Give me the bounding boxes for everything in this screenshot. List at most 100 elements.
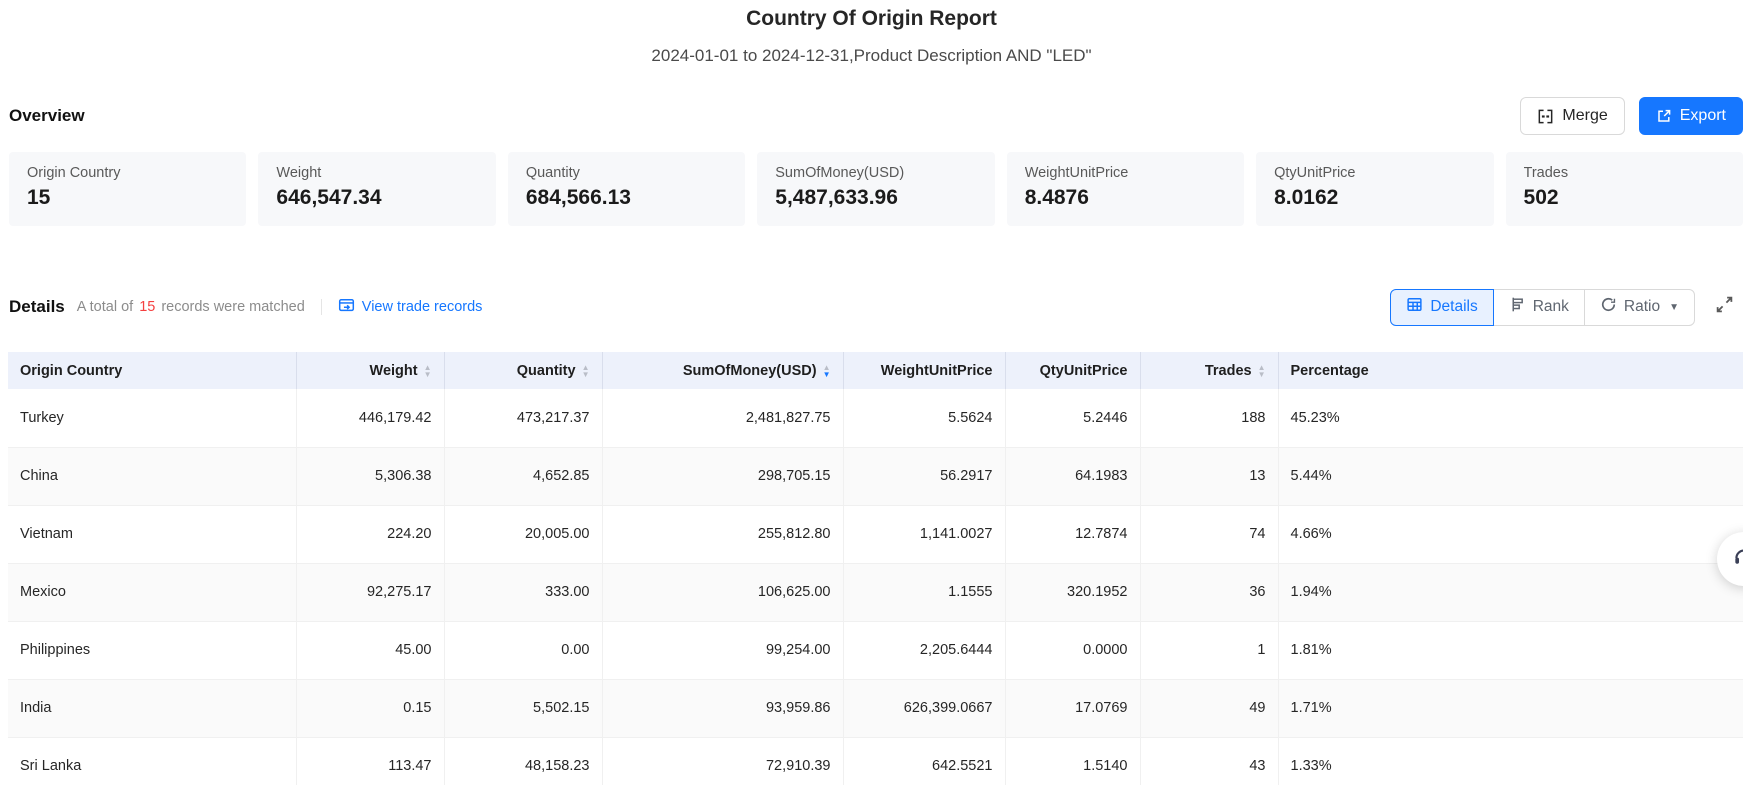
headset-icon xyxy=(1731,544,1743,575)
cell-sumofmoney-usd: 93,959.86 xyxy=(602,679,843,737)
ratio-circle-icon xyxy=(1600,296,1617,318)
view-mode-tab-group: Details Rank xyxy=(1390,289,1695,326)
tab-rank[interactable]: Rank xyxy=(1493,289,1585,326)
tab-rank-label: Rank xyxy=(1533,298,1569,316)
cell-origin-country: Philippines xyxy=(8,621,296,679)
card-label: WeightUnitPrice xyxy=(1025,165,1226,181)
card-label: Trades xyxy=(1524,165,1725,181)
view-trade-records-link[interactable]: View trade records xyxy=(338,297,483,318)
column-header-sumofmoney-usd[interactable]: SumOfMoney(USD)▲▼ xyxy=(602,352,843,389)
cell-quantity: 48,158.23 xyxy=(444,737,602,785)
column-header-quantity[interactable]: Quantity▲▼ xyxy=(444,352,602,389)
cell-weightunitprice: 1.1555 xyxy=(843,563,1005,621)
table-row-turkey: Turkey446,179.42473,217.372,481,827.755.… xyxy=(8,389,1743,447)
cell-origin-country: Vietnam xyxy=(8,505,296,563)
cell-quantity: 0.00 xyxy=(444,621,602,679)
cell-qtyunitprice: 12.7874 xyxy=(1005,505,1140,563)
column-header-trades[interactable]: Trades ▲▼ xyxy=(1140,352,1278,389)
table-row-india: India0.155,502.1593,959.86626,399.066717… xyxy=(8,679,1743,737)
cell-trades: 1 xyxy=(1140,621,1278,679)
export-button-label: Export xyxy=(1680,107,1726,125)
overview-card-trades: Trades502 xyxy=(1506,152,1743,226)
vertical-divider xyxy=(321,299,322,315)
cell-origin-country: India xyxy=(8,679,296,737)
overview-card-weightunitprice: WeightUnitPrice 8.4876 xyxy=(1007,152,1244,226)
export-icon xyxy=(1656,108,1672,124)
cell-weightunitprice: 626,399.0667 xyxy=(843,679,1005,737)
details-view-controls: Details Rank xyxy=(1390,289,1734,326)
overview-card-qtyunitprice: QtyUnitPrice8.0162 xyxy=(1256,152,1493,226)
table-row-mexico: Mexico92,275.17333.00106,625.001.1555320… xyxy=(8,563,1743,621)
cell-weight: 446,179.42 xyxy=(296,389,444,447)
column-header-label: SumOfMoney(USD) xyxy=(683,363,817,379)
cell-qtyunitprice: 1.5140 xyxy=(1005,737,1140,785)
details-bar: Details A total of15records were matched… xyxy=(9,286,1734,328)
cell-sumofmoney-usd: 72,910.39 xyxy=(602,737,843,785)
cell-quantity: 473,217.37 xyxy=(444,389,602,447)
cell-sumofmoney-usd: 255,812.80 xyxy=(602,505,843,563)
fullscreen-button[interactable] xyxy=(1715,295,1734,319)
table-row-vietnam: Vietnam224.2020,005.00255,812.801,141.00… xyxy=(8,505,1743,563)
card-label: Quantity xyxy=(526,165,727,181)
column-header-weightunitprice: WeightUnitPrice xyxy=(843,352,1005,389)
overview-heading: Overview xyxy=(9,106,85,126)
column-header-weight[interactable]: Weight ▲▼ xyxy=(296,352,444,389)
cell-percentage: 45.23% xyxy=(1278,389,1743,447)
cell-qtyunitprice: 64.1983 xyxy=(1005,447,1140,505)
match-suffix: records were matched xyxy=(161,299,304,315)
column-header-label: Weight xyxy=(370,363,418,379)
column-header-label: WeightUnitPrice xyxy=(881,363,993,379)
cell-origin-country: China xyxy=(8,447,296,505)
fullscreen-expand-icon xyxy=(1715,295,1734,319)
card-value: 684,566.13 xyxy=(526,186,727,210)
cell-trades: 43 xyxy=(1140,737,1278,785)
card-value: 8.0162 xyxy=(1274,186,1475,210)
cell-trades: 74 xyxy=(1140,505,1278,563)
tab-details[interactable]: Details xyxy=(1390,289,1493,326)
export-button[interactable]: Export xyxy=(1639,97,1743,135)
cell-trades: 13 xyxy=(1140,447,1278,505)
card-value: 15 xyxy=(27,186,228,210)
table-row-china: China5,306.384,652.85298,705.1556.291764… xyxy=(8,447,1743,505)
rank-bars-icon xyxy=(1509,296,1526,318)
cell-quantity: 20,005.00 xyxy=(444,505,602,563)
cell-weightunitprice: 2,205.6444 xyxy=(843,621,1005,679)
column-header-label: Percentage xyxy=(1291,363,1369,379)
cell-percentage: 1.81% xyxy=(1278,621,1743,679)
table-body: Turkey446,179.42473,217.372,481,827.755.… xyxy=(8,389,1743,785)
page-title: Country Of Origin Report xyxy=(0,7,1743,31)
trade-records-window-icon xyxy=(338,297,355,318)
cell-percentage: 1.94% xyxy=(1278,563,1743,621)
tab-ratio[interactable]: Ratio ▼ xyxy=(1584,289,1695,326)
overview-card-quantity: Quantity 684,566.13 xyxy=(508,152,745,226)
overview-card-weight: Weight646,547.34 xyxy=(258,152,495,226)
cell-trades: 36 xyxy=(1140,563,1278,621)
table-header-row: Origin CountryWeight▲▼Quantity▲▼SumOfMon… xyxy=(8,352,1743,389)
view-trade-records-label: View trade records xyxy=(362,299,483,315)
column-header-qtyunitprice: QtyUnitPrice xyxy=(1005,352,1140,389)
cell-weight: 5,306.38 xyxy=(296,447,444,505)
chevron-down-icon: ▼ xyxy=(1669,302,1679,313)
cell-quantity: 333.00 xyxy=(444,563,602,621)
sort-carets-icon: ▲▼ xyxy=(1258,364,1266,378)
cell-percentage: 1.33% xyxy=(1278,737,1743,785)
sort-carets-icon: ▲▼ xyxy=(582,364,590,378)
match-summary: A total of15records were matched xyxy=(77,299,305,315)
table-row-philippines: Philippines45.000.0099,254.002,205.64440… xyxy=(8,621,1743,679)
column-header-label: Trades xyxy=(1205,363,1252,379)
sort-carets-icon: ▲▼ xyxy=(424,364,432,378)
overview-bar: Overview Merge xyxy=(9,96,1743,136)
cell-sumofmoney-usd: 106,625.00 xyxy=(602,563,843,621)
cell-percentage: 1.71% xyxy=(1278,679,1743,737)
match-prefix: A total of xyxy=(77,299,133,315)
merge-button[interactable]: Merge xyxy=(1520,97,1624,135)
cell-sumofmoney-usd: 99,254.00 xyxy=(602,621,843,679)
cell-trades: 49 xyxy=(1140,679,1278,737)
cell-origin-country: Sri Lanka xyxy=(8,737,296,785)
match-count: 15 xyxy=(133,299,161,315)
card-value: 8.4876 xyxy=(1025,186,1226,210)
cell-weight: 0.15 xyxy=(296,679,444,737)
card-value: 5,487,633.96 xyxy=(775,186,976,210)
overview-actions: Merge Export xyxy=(1520,97,1743,135)
cell-weightunitprice: 642.5521 xyxy=(843,737,1005,785)
